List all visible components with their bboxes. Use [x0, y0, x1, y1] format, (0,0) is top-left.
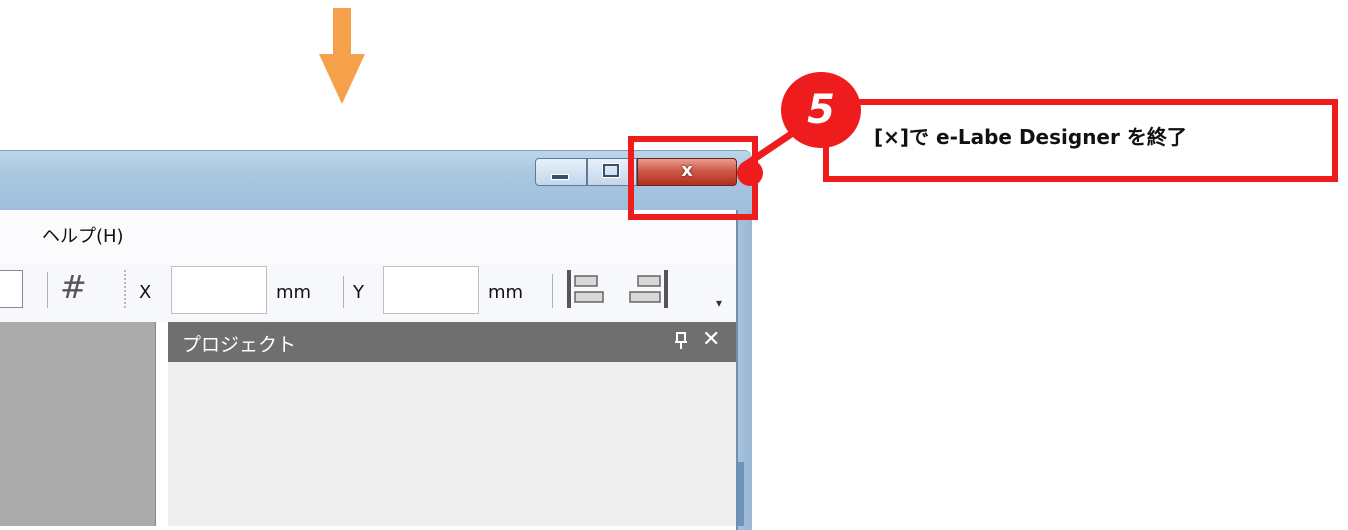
toolbar-separator	[552, 274, 553, 308]
y-unit-label: mm	[488, 282, 524, 303]
toolbar-separator	[47, 272, 48, 308]
toolbar-grip	[124, 270, 126, 308]
maximize-icon	[602, 163, 620, 178]
project-panel-close-icon[interactable]: ✕	[702, 327, 720, 352]
pin-icon[interactable]	[674, 332, 688, 350]
project-panel-title: プロジェクト	[182, 334, 297, 356]
align-right-icon[interactable]	[624, 268, 672, 310]
step-number-badge: 5	[781, 72, 861, 148]
y-coordinate-input[interactable]	[383, 266, 479, 314]
down-arrow-shaft	[333, 8, 351, 56]
toolbar-overflow-icon[interactable]: ▾	[716, 296, 722, 310]
x-label: X	[139, 282, 152, 303]
new-document-icon[interactable]	[0, 270, 23, 308]
toolbar-separator	[343, 276, 344, 308]
design-canvas-panel	[0, 322, 156, 526]
callout-connector-dot	[737, 160, 763, 186]
menu-item-help[interactable]: ヘルプ(H)	[42, 222, 124, 248]
project-panel-body	[168, 362, 736, 526]
down-arrow-icon	[319, 54, 365, 104]
minimize-icon	[551, 174, 569, 180]
grid-icon[interactable]: #	[60, 268, 87, 306]
y-label: Y	[353, 282, 364, 303]
x-coordinate-input[interactable]	[171, 266, 267, 314]
instruction-text: [×]で e-Labe Designer を終了	[874, 125, 1187, 149]
scrollbar-thumb[interactable]	[738, 462, 744, 526]
minimize-button[interactable]	[535, 158, 587, 186]
align-left-icon[interactable]	[564, 268, 608, 310]
x-unit-label: mm	[276, 282, 312, 303]
